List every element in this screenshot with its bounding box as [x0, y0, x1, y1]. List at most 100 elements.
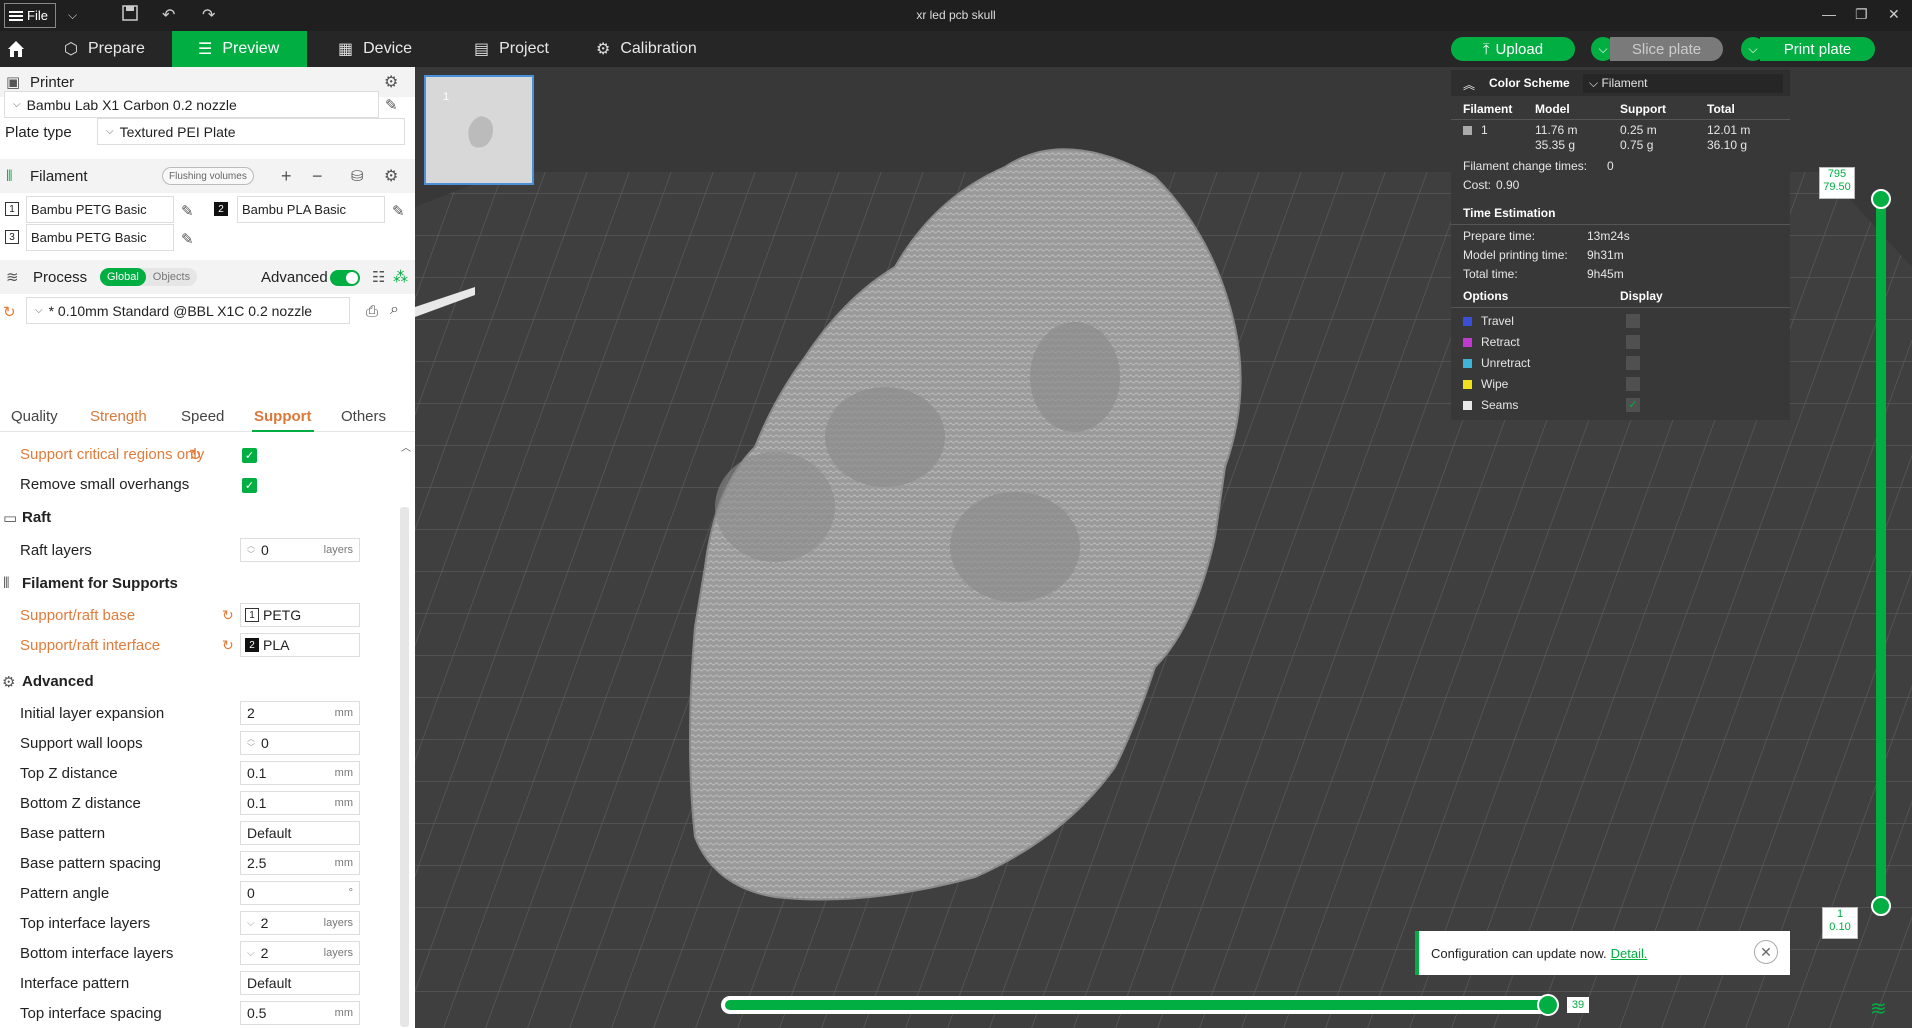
setting-input[interactable]: ︿ ﹀ 0: [240, 731, 360, 755]
filament-select[interactable]: Bambu PLA Basic: [237, 196, 385, 223]
print-plate-button[interactable]: Print plate: [1760, 37, 1875, 61]
flushing-volumes-button[interactable]: Flushing volumes: [162, 167, 254, 185]
color-scheme-select[interactable]: ⌵ Filament: [1583, 74, 1783, 93]
process-preset-select[interactable]: ⌵ * 0.10mm Standard @BBL X1C 0.2 nozzle: [26, 297, 350, 324]
process-section-header: ≋ Process Global Objects Advanced ☷ ⁂: [0, 260, 415, 294]
setting-input[interactable]: ⌵ 2 layers: [240, 911, 360, 935]
edit-icon[interactable]: ✎: [392, 202, 405, 220]
compare-icon[interactable]: ⁂: [393, 268, 408, 286]
close-icon[interactable]: ✕: [1888, 6, 1900, 23]
setting-value: 2: [260, 915, 269, 931]
setting-input[interactable]: 0 °: [240, 881, 360, 905]
tab-device[interactable]: ▦ Device: [338, 31, 412, 67]
setting-input[interactable]: 2 mm: [240, 701, 360, 725]
layer-slider-bottom-handle[interactable]: [1871, 896, 1891, 916]
edit-icon[interactable]: ✎: [181, 202, 194, 220]
setting-input[interactable]: 0.5 mm: [240, 1001, 360, 1025]
edit-icon[interactable]: ✎: [181, 230, 194, 248]
tab-speed[interactable]: Speed: [181, 408, 224, 425]
layer-bottom-height: 0.10: [1829, 921, 1851, 933]
setting-label: Bottom interface layers: [20, 945, 174, 962]
edit-icon[interactable]: ✎: [385, 96, 398, 114]
filament-name: Bambu PLA Basic: [242, 202, 347, 217]
reset-icon[interactable]: ↻: [189, 446, 202, 464]
legend-header: ︽ Color Scheme ⌵ Filament: [1451, 70, 1790, 96]
add-icon[interactable]: +: [281, 166, 292, 187]
layers-stack-icon[interactable]: ≋: [1870, 996, 1887, 1021]
filament-select[interactable]: Bambu PETG Basic: [26, 196, 174, 223]
tab-project[interactable]: ▤ Project: [474, 31, 549, 67]
divider: [1451, 224, 1790, 225]
display-toggle[interactable]: [1626, 335, 1640, 349]
tab-others[interactable]: Others: [341, 408, 386, 425]
tab-calibration[interactable]: ⚙ Calibration: [596, 31, 697, 67]
search-icon[interactable]: ⌕: [390, 301, 399, 319]
save-icon[interactable]: ⎙: [366, 303, 378, 320]
reset-icon[interactable]: ↻: [222, 607, 234, 624]
setting-input[interactable]: ⌵ 2 layers: [240, 941, 360, 965]
support-interface-select[interactable]: 2 PLA: [240, 633, 360, 657]
raft-layers-input[interactable]: ︿ ﹀ 0 layers: [240, 538, 360, 562]
settings-scrollbar[interactable]: [400, 507, 409, 1027]
color-scheme-value: Filament: [1601, 76, 1648, 90]
scroll-up-icon[interactable]: ︿: [401, 439, 411, 454]
reset-icon[interactable]: ↻: [3, 303, 16, 321]
minimize-icon[interactable]: —: [1822, 6, 1836, 22]
tab-strength[interactable]: Strength: [90, 408, 147, 425]
setting-select[interactable]: Default: [240, 971, 360, 995]
display-toggle[interactable]: [1626, 356, 1640, 370]
setting-select[interactable]: Default: [240, 821, 360, 845]
tab-support[interactable]: Support: [254, 408, 312, 425]
chevron-down-icon[interactable]: ⌵: [247, 918, 255, 928]
support-critical-checkbox[interactable]: ✓: [242, 448, 257, 463]
reset-icon[interactable]: ↻: [222, 637, 234, 654]
display-toggle-checked[interactable]: ✓: [1626, 398, 1640, 412]
gear-icon[interactable]: ⚙: [384, 166, 398, 186]
plate-type-select[interactable]: ⌵ Textured PEI Plate: [97, 118, 405, 145]
move-slider-fill: [725, 1000, 1547, 1010]
slice-plate-button[interactable]: Slice plate: [1610, 37, 1723, 61]
slice-plate-label: Slice plate: [1631, 40, 1702, 58]
support-interface-label: Support/raft interface: [20, 637, 161, 654]
spinner-icon[interactable]: ︿ ﹀: [247, 734, 255, 752]
gear-icon[interactable]: ⚙: [384, 72, 398, 92]
tab-quality[interactable]: Quality: [11, 408, 58, 425]
tab-prepare[interactable]: ⬡ Prepare: [48, 31, 166, 67]
chevron-down-icon[interactable]: ⌵: [247, 948, 255, 958]
remove-small-overhangs-checkbox[interactable]: ✓: [242, 478, 257, 493]
move-slider-handle[interactable]: [1537, 994, 1559, 1016]
close-icon[interactable]: ✕: [1754, 940, 1778, 964]
restore-icon[interactable]: ❐: [1855, 6, 1868, 23]
advanced-switch[interactable]: [330, 270, 360, 286]
global-objects-toggle[interactable]: Global Objects: [100, 268, 198, 286]
home-button[interactable]: [6, 31, 36, 67]
remove-icon[interactable]: −: [312, 166, 323, 187]
spinner-icon[interactable]: ︿ ﹀: [247, 541, 255, 559]
collapse-icon[interactable]: ︽: [1463, 76, 1475, 93]
display-toggle[interactable]: [1626, 377, 1640, 391]
sync-icon[interactable]: ⛁: [351, 167, 364, 185]
layer-slider-track[interactable]: [1876, 200, 1886, 910]
plate-thumbnail[interactable]: 1: [424, 75, 534, 185]
layer-slider-top-handle[interactable]: [1871, 189, 1891, 209]
tab-preview[interactable]: ☰ Preview: [172, 31, 307, 67]
setting-input[interactable]: 2.5 mm: [240, 851, 360, 875]
setting-input[interactable]: 0.1 mm: [240, 791, 360, 815]
filament-name: Bambu PETG Basic: [31, 202, 147, 217]
upload-button[interactable]: ⤒ Upload: [1451, 37, 1575, 61]
setting-label: Interface pattern: [20, 975, 130, 992]
list-icon[interactable]: ☷: [372, 268, 385, 286]
notification-detail-link[interactable]: Detail.: [1611, 946, 1648, 961]
cost-value: 0.90: [1496, 178, 1520, 192]
filament-select[interactable]: Bambu PETG Basic: [26, 224, 174, 251]
unretract-color-swatch: [1463, 359, 1472, 368]
support-base-select[interactable]: 1 PETG: [240, 603, 360, 627]
objects-option[interactable]: Objects: [146, 268, 197, 286]
unit-label: mm: [334, 1007, 353, 1019]
setting-input[interactable]: 0.1 mm: [240, 761, 360, 785]
display-toggle[interactable]: [1626, 314, 1640, 328]
option-wipe: Wipe: [1481, 377, 1509, 391]
move-slider-track[interactable]: [721, 996, 1551, 1014]
global-option[interactable]: Global: [100, 268, 146, 286]
printer-select[interactable]: ⌵ Bambu Lab X1 Carbon 0.2 nozzle: [4, 91, 379, 118]
